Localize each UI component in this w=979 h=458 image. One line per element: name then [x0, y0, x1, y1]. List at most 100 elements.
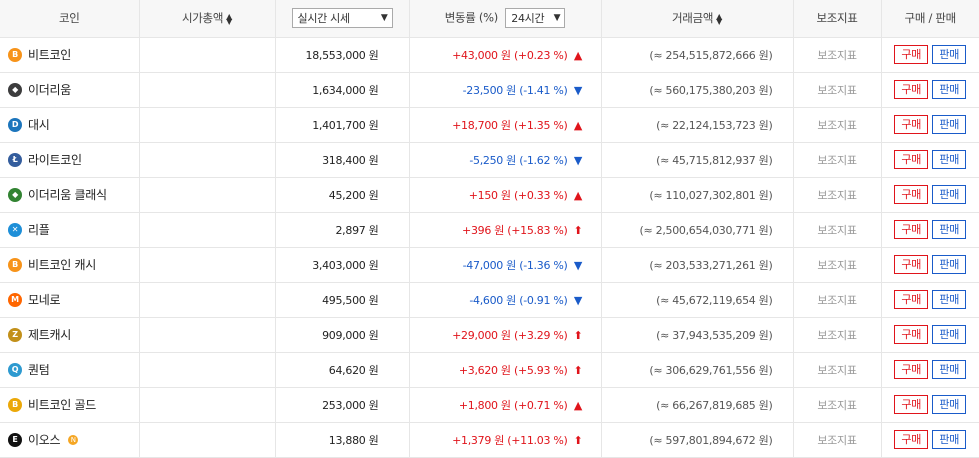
coin-cell[interactable]: B 비트코인 [0, 37, 140, 73]
sell-button[interactable]: 판매 [932, 430, 967, 449]
buy-button[interactable]: 구매 [894, 220, 929, 239]
coin-name[interactable]: 제트캐시 [28, 326, 71, 343]
change-value: +29,000 원 (+3.29 %) [452, 328, 568, 342]
sell-button[interactable]: 판매 [932, 150, 967, 169]
table-row[interactable]: ◆ 이더리움 1,634,000 원 -23,500 원 (-1.41 %) ▼ (≈ 5… [0, 72, 979, 108]
table-row[interactable]: ✕ 리플 2,897 원 +396 원 (+15.83 %) ⬆ (≈ 2,500,654… [0, 212, 979, 248]
coin-cell[interactable]: E 이오스 N [0, 422, 140, 458]
trade-cell: 구매 판매 [881, 177, 979, 213]
aux-indicator-link[interactable]: 보조지표 [793, 212, 882, 248]
aux-indicator-link[interactable]: 보조지표 [793, 177, 882, 213]
table-row[interactable]: D 대시 1,401,700 원 +18,700 원 (+1.35 %) ▲ (≈ 22,… [0, 107, 979, 143]
coin-cell[interactable]: D 대시 [0, 107, 140, 143]
buy-button[interactable]: 구매 [894, 45, 929, 64]
table-row[interactable]: ◆ 이더리움 클래식 45,200 원 +150 원 (+0.33 %) ▲ (≈ 110… [0, 177, 979, 213]
coin-name[interactable]: 리플 [28, 221, 50, 238]
coin-cell[interactable]: Q 퀀텀 [0, 352, 140, 388]
buy-button[interactable]: 구매 [894, 255, 929, 274]
coin-cell[interactable]: ✕ 리플 [0, 212, 140, 248]
coin-cell[interactable]: Ł 라이트코인 [0, 142, 140, 178]
table-row[interactable]: B 비트코인 18,553,000 원 +43,000 원 (+0.23 %) ▲ (≈ … [0, 37, 979, 73]
aux-indicator-link[interactable]: 보조지표 [793, 317, 882, 353]
aux-indicator-link[interactable]: 보조지표 [793, 247, 882, 283]
coin-name[interactable]: 이더리움 클래식 [28, 186, 107, 203]
aux-indicator-link[interactable]: 보조지표 [793, 352, 882, 388]
change-cell: -5,250 원 (-1.62 %) ▼ [409, 142, 602, 178]
coin-cell[interactable]: M 모네로 [0, 282, 140, 318]
market-cap-cell [139, 317, 276, 353]
coin-name[interactable]: 이오스 [28, 431, 61, 448]
change-cell: -4,600 원 (-0.91 %) ▼ [409, 282, 602, 318]
aux-indicator-link[interactable]: 보조지표 [793, 282, 882, 318]
sell-button[interactable]: 판매 [932, 220, 967, 239]
aux-indicator-link[interactable]: 보조지표 [793, 142, 882, 178]
chevron-down-icon: ▼ [553, 13, 561, 24]
sell-button[interactable]: 판매 [932, 290, 967, 309]
buy-button[interactable]: 구매 [894, 80, 929, 99]
sell-button[interactable]: 판매 [932, 325, 967, 344]
change-cell: +43,000 원 (+0.23 %) ▲ [409, 37, 602, 73]
aux-indicator-link[interactable]: 보조지표 [793, 422, 882, 458]
coin-name[interactable]: 라이트코인 [28, 151, 82, 168]
coin-name[interactable]: 퀀텀 [28, 361, 50, 378]
change-value: +150 원 (+0.33 %) [468, 188, 568, 202]
aux-indicator-link[interactable]: 보조지표 [793, 72, 882, 108]
coin-name[interactable]: 비트코인 캐시 [28, 256, 96, 273]
table-row[interactable]: Z 제트캐시 909,000 원 +29,000 원 (+3.29 %) ⬆ (≈ 37,… [0, 317, 979, 353]
trade-cell: 구매 판매 [881, 247, 979, 283]
arrow-down-icon: ▼ [573, 258, 583, 272]
change-value: +1,379 원 (+11.03 %) [452, 433, 568, 447]
coin-name[interactable]: 비트코인 골드 [28, 396, 96, 413]
sell-button[interactable]: 판매 [932, 115, 967, 134]
price-mode-select[interactable]: 실시간 시세 ▼ [291, 8, 393, 29]
sell-button[interactable]: 판매 [932, 395, 967, 414]
coin-cell[interactable]: Z 제트캐시 [0, 317, 140, 353]
sell-button[interactable]: 판매 [932, 255, 967, 274]
header-market-cap[interactable]: 시가총액 ▲ ▼ [139, 0, 276, 38]
period-select[interactable]: 24시간 ▼ [505, 8, 566, 29]
buy-button[interactable]: 구매 [894, 430, 929, 449]
volume-cell: (≈ 37,943,535,209 원) [601, 317, 794, 353]
sell-button[interactable]: 판매 [932, 360, 967, 379]
sort-icon[interactable]: ▲ ▼ [716, 12, 722, 25]
change-cell: -23,500 원 (-1.41 %) ▼ [409, 72, 602, 108]
header-volume[interactable]: 거래금액 ▲ ▼ [601, 0, 794, 38]
buy-button[interactable]: 구매 [894, 395, 929, 414]
buy-button[interactable]: 구매 [894, 325, 929, 344]
header-price: 실시간 시세 ▼ [275, 0, 410, 38]
zcash-icon: Z [8, 327, 22, 342]
coin-cell[interactable]: ◆ 이더리움 클래식 [0, 177, 140, 213]
table-row[interactable]: Ł 라이트코인 318,400 원 -5,250 원 (-1.62 %) ▼ (≈ 45,… [0, 142, 979, 178]
new-badge-icon: N [68, 434, 79, 445]
buy-button[interactable]: 구매 [894, 185, 929, 204]
aux-indicator-link[interactable]: 보조지표 [793, 37, 882, 73]
table-row[interactable]: E 이오스 N 13,880 원 +1,379 원 (+11.03 %) ⬆ (≈ 597,… [0, 422, 979, 458]
change-value: -23,500 원 (-1.41 %) [462, 83, 568, 97]
table-row[interactable]: M 모네로 495,500 원 -4,600 원 (-0.91 %) ▼ (≈ 45,67… [0, 282, 979, 318]
table-row[interactable]: B 비트코인 골드 253,000 원 +1,800 원 (+0.71 %) ▲ (≈ 6… [0, 387, 979, 423]
aux-indicator-link[interactable]: 보조지표 [793, 107, 882, 143]
table-row[interactable]: Q 퀀텀 64,620 원 +3,620 원 (+5.93 %) ⬆ (≈ 306,629… [0, 352, 979, 388]
buy-button[interactable]: 구매 [894, 360, 929, 379]
aux-indicator-link[interactable]: 보조지표 [793, 387, 882, 423]
sell-button[interactable]: 판매 [932, 80, 967, 99]
coin-name[interactable]: 대시 [28, 116, 50, 133]
coin-name[interactable]: 모네로 [28, 291, 61, 308]
sort-icon[interactable]: ▲ ▼ [226, 12, 232, 25]
buy-button[interactable]: 구매 [894, 150, 929, 169]
table-row[interactable]: B 비트코인 캐시 3,403,000 원 -47,000 원 (-1.36 %) ▼ (… [0, 247, 979, 283]
buy-button[interactable]: 구매 [894, 115, 929, 134]
coin-cell[interactable]: B 비트코인 캐시 [0, 247, 140, 283]
trade-cell: 구매 판매 [881, 282, 979, 318]
table-header: 코인 시가총액 ▲ ▼ 실시간 시세 ▼ 변동률 (%) 24시간 ▼ 거래금액 ▲ ▼ 보… [0, 0, 979, 38]
sell-button[interactable]: 판매 [932, 185, 967, 204]
coin-cell[interactable]: ◆ 이더리움 [0, 72, 140, 108]
coin-name[interactable]: 비트코인 [28, 46, 71, 63]
buy-button[interactable]: 구매 [894, 290, 929, 309]
header-change[interactable]: 변동률 (%) 24시간 ▼ [409, 0, 602, 38]
sell-button[interactable]: 판매 [932, 45, 967, 64]
coin-name[interactable]: 이더리움 [28, 81, 71, 98]
coin-cell[interactable]: B 비트코인 골드 [0, 387, 140, 423]
monero-icon: M [8, 292, 22, 307]
change-value: +43,000 원 (+0.23 %) [452, 48, 568, 62]
